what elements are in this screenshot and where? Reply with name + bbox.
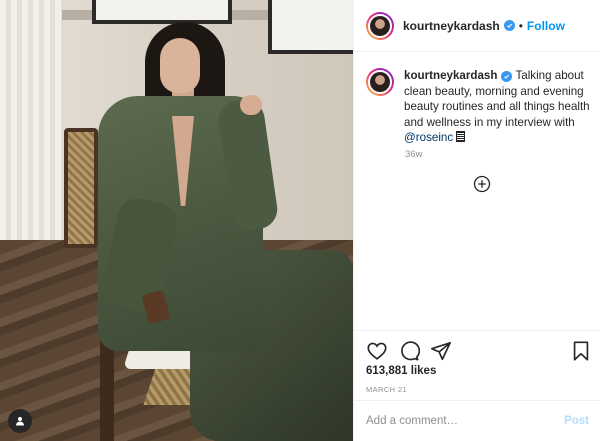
photo-hand	[240, 95, 262, 115]
avatar-image	[370, 72, 390, 92]
avatar-image	[370, 15, 390, 36]
post-side-panel: kourtneykardash • Follow kourtneykardash…	[353, 0, 600, 441]
photo-frame	[92, 0, 232, 24]
bookmark-icon[interactable]	[570, 340, 592, 362]
photo-face	[160, 38, 200, 93]
comment-form: Post	[354, 400, 600, 441]
post-comment-button[interactable]: Post	[564, 415, 589, 427]
post-actions-area: 613,881 likes MARCH 21	[354, 330, 600, 394]
user-tag-button[interactable]	[8, 409, 32, 433]
avatar[interactable]	[366, 11, 394, 40]
photo-chair-back	[64, 128, 98, 248]
follow-button[interactable]: Follow	[527, 19, 565, 33]
caption-username[interactable]: kourtneykardash	[404, 69, 497, 82]
verified-badge-icon	[501, 71, 513, 82]
verified-badge-icon	[503, 20, 515, 31]
post-header: kourtneykardash • Follow	[354, 0, 600, 52]
like-count[interactable]: 613,881 likes	[366, 365, 436, 377]
caption-timestamp[interactable]: 36w	[405, 149, 422, 160]
header-separator: •	[518, 18, 523, 33]
post-caption: kourtneykardash Talking about clean beau…	[366, 68, 592, 146]
heart-icon[interactable]	[366, 340, 388, 362]
add-circle-icon[interactable]	[473, 175, 491, 193]
post-photo[interactable]	[0, 0, 353, 441]
photo-curtain	[0, 0, 62, 260]
comment-input[interactable]	[366, 415, 565, 427]
photo-frame	[268, 0, 353, 54]
avatar-ring	[368, 13, 392, 38]
user-tag-icon	[16, 417, 24, 426]
post-view: kourtneykardash • Follow kourtneykardash…	[0, 0, 600, 441]
avatar[interactable]	[366, 68, 394, 96]
post-date: MARCH 21	[366, 385, 408, 394]
caption-text: kourtneykardash Talking about clean beau…	[404, 68, 592, 146]
emoji-icon	[456, 131, 466, 142]
comment-icon[interactable]	[398, 340, 420, 362]
avatar-ring	[368, 70, 392, 94]
share-icon[interactable]	[430, 340, 452, 362]
caption-mention-link[interactable]: @roseinc	[404, 131, 453, 144]
header-username[interactable]: kourtneykardash	[403, 19, 500, 33]
action-bar	[366, 339, 592, 363]
